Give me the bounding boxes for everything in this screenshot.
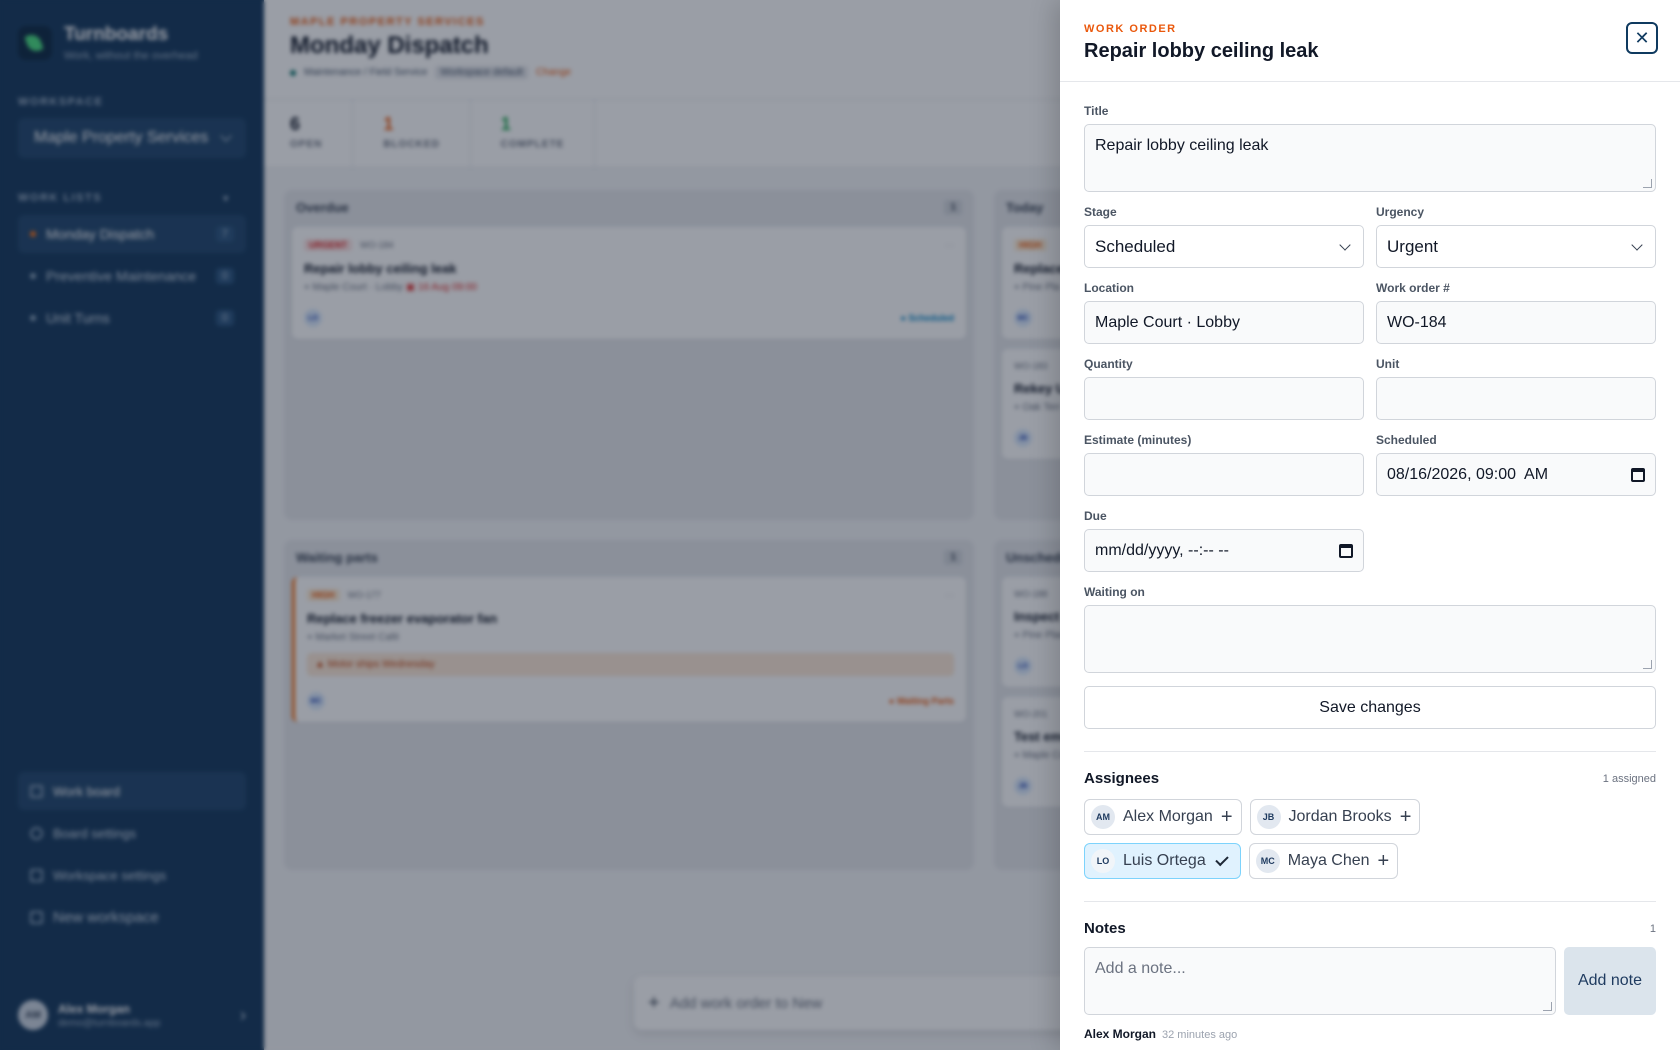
add-note-button[interactable]: Add note (1564, 947, 1656, 1015)
stage-value: Scheduled (1095, 236, 1176, 256)
plus-icon: + (1377, 850, 1390, 872)
check-icon (1215, 852, 1229, 866)
assignee-chip-alex-morgan[interactable]: AM Alex Morgan + (1084, 799, 1242, 835)
location-wo-row: Location Maple Court · Lobby Work order … (1084, 281, 1656, 344)
due-label: Due (1084, 509, 1107, 523)
avatar: MC (1255, 849, 1280, 873)
assignees-count: 1 assigned (1602, 772, 1656, 785)
note-textarea[interactable]: Add a note... (1084, 947, 1556, 1015)
location-value: Maple Court · Lobby (1095, 313, 1240, 331)
assignee-chip-maya-chen[interactable]: MC Maya Chen + (1248, 843, 1399, 879)
note-time: 32 minutes ago (1162, 1029, 1238, 1041)
save-changes-button[interactable]: Save changes (1084, 686, 1656, 729)
waiting-group: Waiting on (1084, 585, 1656, 673)
drawer-eyebrow: WORK ORDER (1084, 23, 1177, 35)
notes-count: 1 (1649, 922, 1656, 935)
quantity-input[interactable] (1084, 377, 1364, 420)
assignee-name: Luis Ortega (1123, 852, 1206, 869)
assignee-chips: AM Alex Morgan + JB Jordan Brooks + LO L… (1084, 799, 1584, 879)
due-placeholder: mm/dd/yyyy, --:-- -- (1095, 541, 1229, 559)
drawer-header: WORK ORDER Repair lobby ceiling leak ✕ (1060, 0, 1680, 82)
assignees-header: Assignees 1 assigned (1084, 770, 1656, 787)
title-label: Title (1084, 104, 1109, 118)
note-placeholder: Add a note... (1095, 960, 1186, 977)
chevron-down-icon (1339, 238, 1351, 251)
location-label: Location (1084, 281, 1134, 295)
plus-icon: + (1220, 806, 1233, 828)
quantity-label: Quantity (1084, 357, 1133, 371)
divider (1084, 901, 1656, 902)
avatar: LO (1091, 849, 1115, 873)
estimate-label: Estimate (minutes) (1084, 433, 1192, 447)
divider (1084, 751, 1656, 752)
work-order-number-input[interactable]: WO-184 (1376, 301, 1656, 344)
notes-composer: Add a note... Add note (1084, 947, 1656, 1015)
waiting-on-textarea[interactable] (1084, 605, 1656, 673)
plus-icon: + (1399, 806, 1412, 828)
work-order-number-value: WO-184 (1387, 313, 1447, 331)
assignee-name: Jordan Brooks (1288, 808, 1392, 825)
unit-label: Unit (1376, 357, 1400, 371)
calendar-icon[interactable] (1339, 543, 1353, 558)
notes-title: Notes (1084, 920, 1126, 937)
stage-urgency-row: Stage Scheduled Urgency Urgent (1084, 205, 1656, 268)
assignee-name: Alex Morgan (1123, 808, 1213, 825)
assignee-name: Maya Chen (1287, 852, 1370, 869)
due-row: Due mm/dd/yyyy, --:-- -- (1084, 509, 1656, 572)
work-order-number-label: Work order # (1376, 281, 1450, 295)
notes-header: Notes 1 (1084, 920, 1656, 937)
due-datetime-input[interactable]: mm/dd/yyyy, --:-- -- (1084, 529, 1364, 572)
note-author: Alex Morgan (1084, 1027, 1157, 1041)
urgency-label: Urgency (1376, 205, 1425, 219)
urgency-value: Urgent (1387, 236, 1439, 256)
drawer-title: Repair lobby ceiling leak (1084, 40, 1319, 62)
estimate-input[interactable] (1084, 453, 1364, 496)
calendar-icon[interactable] (1631, 467, 1645, 482)
unit-input[interactable] (1376, 377, 1656, 420)
assignee-chip-jordan-brooks[interactable]: JB Jordan Brooks + (1249, 799, 1421, 835)
assignees-title: Assignees (1084, 770, 1160, 787)
assignee-chip-luis-ortega[interactable]: LO Luis Ortega (1084, 843, 1241, 879)
stage-select[interactable]: Scheduled (1084, 225, 1364, 268)
title-textarea[interactable]: Repair lobby ceiling leak (1084, 124, 1656, 192)
chevron-down-icon (1631, 238, 1643, 251)
work-order-drawer: WORK ORDER Repair lobby ceiling leak ✕ T… (1060, 0, 1680, 1050)
avatar: AM (1091, 805, 1115, 829)
urgency-select[interactable]: Urgent (1376, 225, 1656, 268)
quantity-unit-row: Quantity Unit (1084, 357, 1656, 420)
title-group: Title Repair lobby ceiling leak (1084, 104, 1656, 192)
title-value: Repair lobby ceiling leak (1095, 137, 1269, 154)
location-input[interactable]: Maple Court · Lobby (1084, 301, 1364, 344)
avatar: JB (1256, 805, 1281, 829)
estimate-scheduled-row: Estimate (minutes) Scheduled 08/16/2026,… (1084, 433, 1656, 496)
stage-label: Stage (1084, 205, 1117, 219)
work-order-form: Title Repair lobby ceiling leak Stage Sc… (1084, 104, 1656, 1041)
note-entry: Alex Morgan 32 minutes ago (1084, 1027, 1656, 1041)
close-button[interactable]: ✕ (1626, 22, 1658, 54)
waiting-on-label: Waiting on (1084, 585, 1145, 599)
scheduled-value: 08/16/2026, 09:00 AM (1387, 465, 1549, 483)
scheduled-datetime-input[interactable]: 08/16/2026, 09:00 AM (1376, 453, 1656, 496)
scheduled-label: Scheduled (1376, 433, 1437, 447)
close-icon: ✕ (1634, 27, 1650, 48)
